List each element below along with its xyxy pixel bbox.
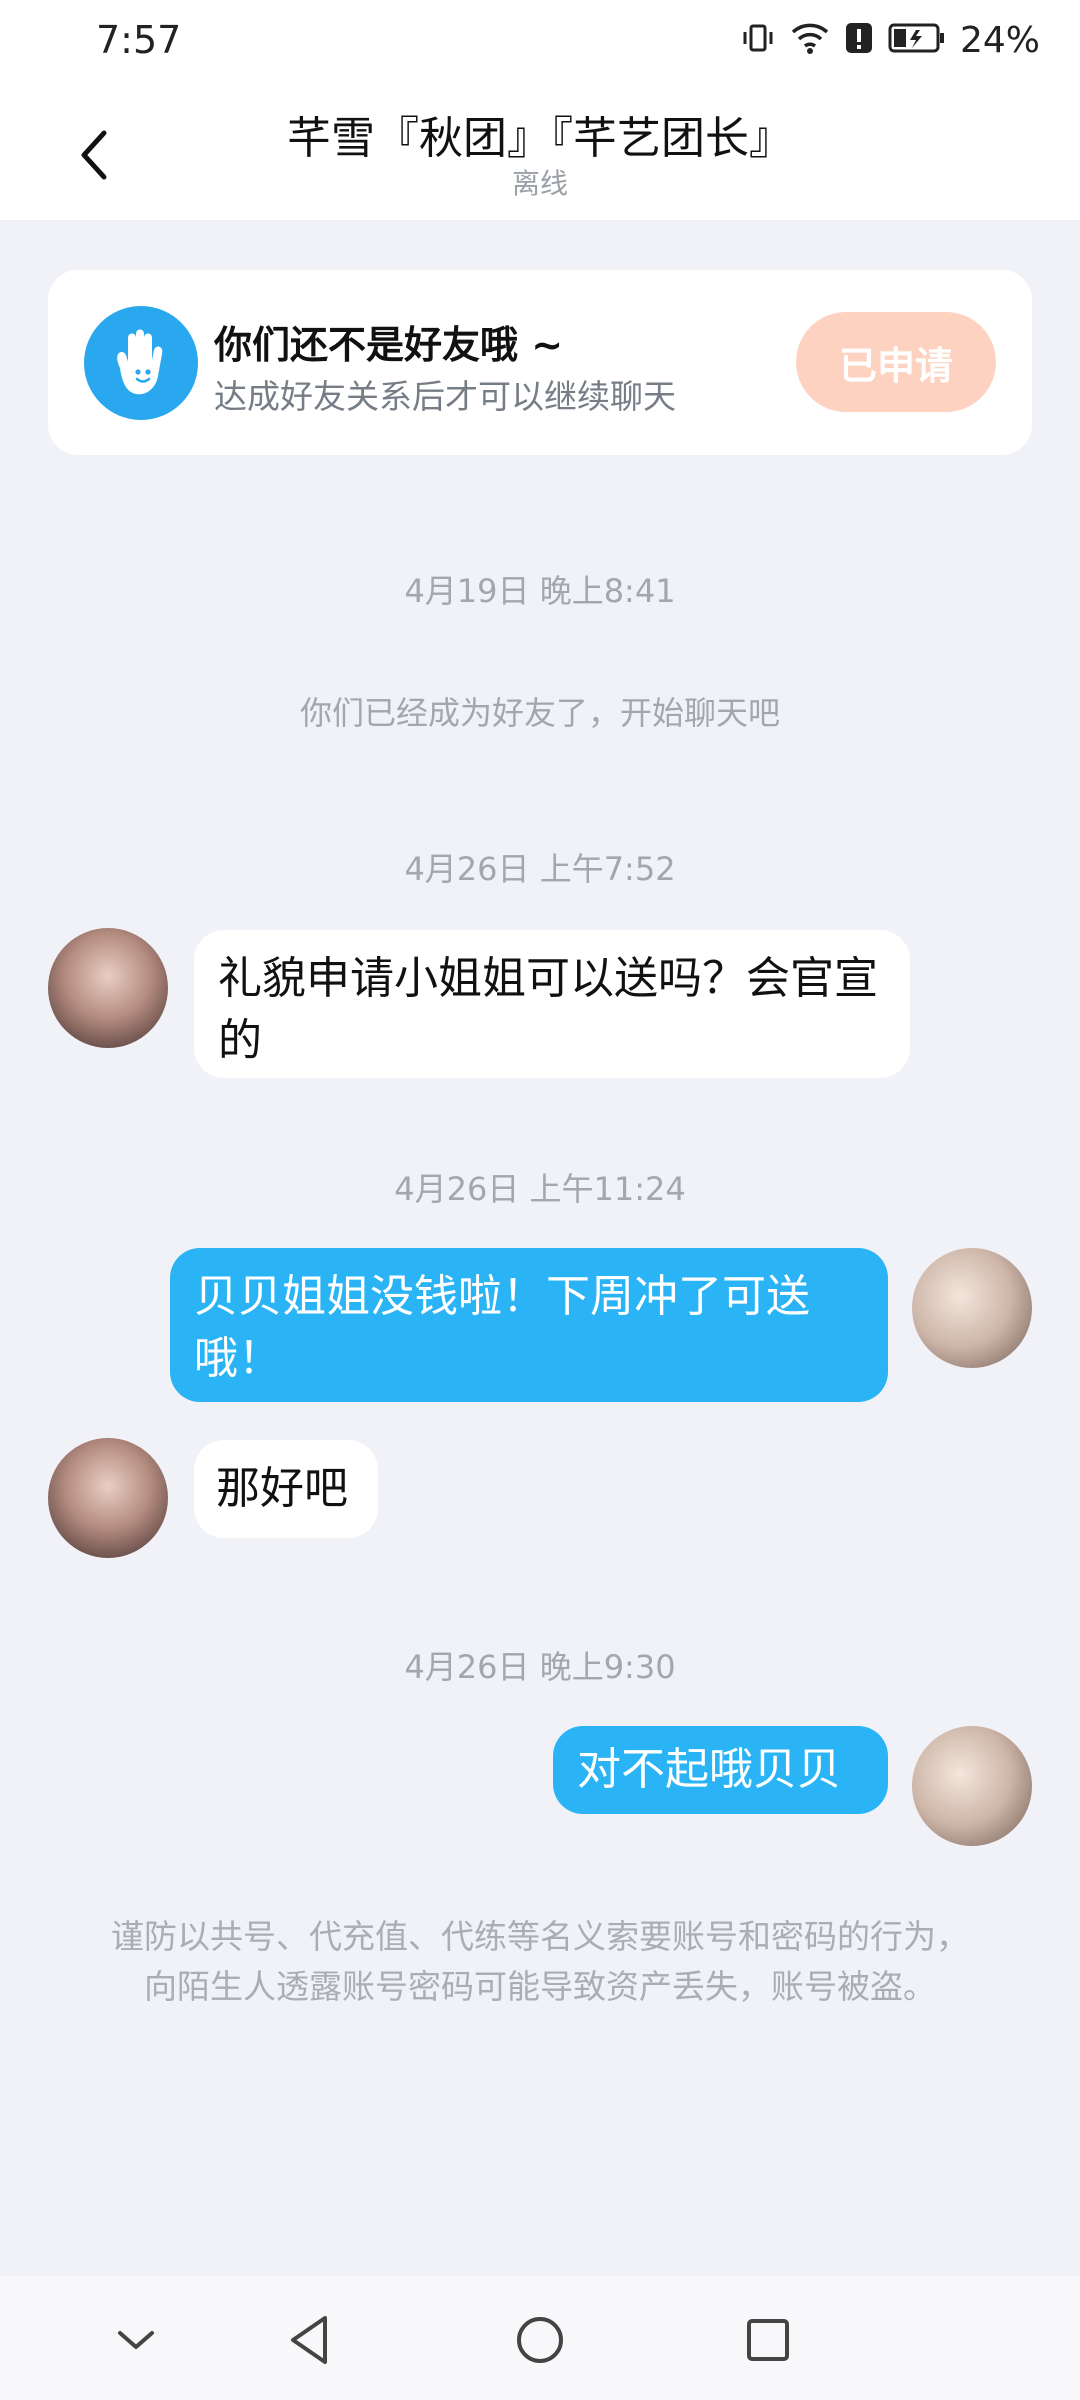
system-message: 你们已经成为好友了，开始聊天吧 [299, 694, 780, 732]
timestamp: 4月19日 晚上8:41 [404, 572, 676, 610]
status-bar: 7:57 24% [0, 0, 1080, 80]
status-time: 7:57 [96, 18, 182, 62]
timestamp: 4月26日 上午7:52 [404, 850, 676, 888]
status-icons: 24% [740, 18, 1040, 62]
incoming-message[interactable]: 礼貌申请小姐姐可以送吗？会官宣的 [194, 930, 910, 1078]
contact-avatar[interactable] [48, 928, 168, 1048]
timestamp: 4月26日 晚上9:30 [404, 1648, 676, 1686]
online-status: 离线 [511, 167, 568, 200]
hand-icon [84, 306, 198, 420]
self-avatar[interactable] [912, 1726, 1032, 1846]
back-triangle-icon[interactable] [279, 2310, 339, 2370]
incoming-message[interactable]: 那好吧 [194, 1440, 378, 1538]
chevron-down-icon[interactable] [106, 2310, 166, 2370]
contact-avatar[interactable] [48, 1438, 168, 1558]
card-description: 达成好友关系后才可以继续聊天 [214, 377, 676, 416]
card-title: 你们还不是好友哦 ~ [214, 323, 564, 367]
chat-title[interactable]: 芊雪『秋团』『芊艺团长』 [150, 102, 930, 166]
wifi-icon [790, 20, 830, 60]
friend-request-card: 你们还不是好友哦 ~ 达成好友关系后才可以继续聊天 已申请 [48, 270, 1032, 455]
timestamp: 4月26日 上午11:24 [394, 1170, 686, 1208]
applied-button[interactable]: 已申请 [796, 312, 996, 412]
home-circle-icon[interactable] [510, 2310, 570, 2370]
outgoing-message[interactable]: 对不起哦贝贝 [553, 1726, 888, 1814]
vibrate-icon [740, 20, 776, 60]
chat-header: 芊雪『秋团』『芊艺团长』 离线 [0, 80, 1080, 220]
outgoing-message[interactable]: 贝贝姐姐没钱啦！下周冲了可送哦！ [170, 1248, 888, 1402]
security-warning: 谨防以共号、代充值、代练等名义索要账号和密码的行为，向陌生人透露账号密码可能导致… [111, 1917, 969, 2006]
self-avatar[interactable] [912, 1248, 1032, 1368]
system-nav-bar [0, 2276, 1080, 2400]
alert-icon [844, 20, 874, 60]
battery-icon [888, 21, 946, 59]
recents-square-icon[interactable] [738, 2310, 798, 2370]
battery-percent: 24% [959, 19, 1040, 61]
